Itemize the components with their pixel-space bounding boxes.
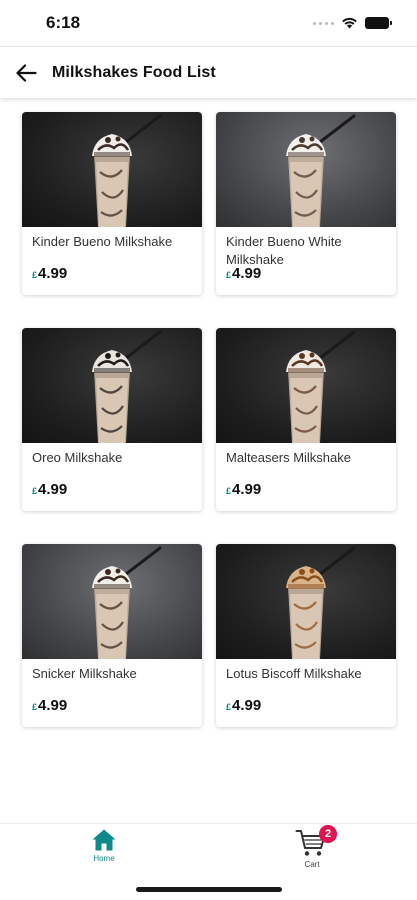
nav-cart-label: Cart [304, 860, 320, 869]
milkshake-illustration [286, 330, 356, 443]
product-price: £ 4.99 [226, 481, 261, 498]
wifi-icon [342, 17, 357, 29]
product-image [22, 328, 202, 443]
product-card[interactable]: Lotus Biscoff Milkshake £ 4.99 [216, 544, 396, 727]
product-card[interactable]: Malteasers Milkshake £ 4.99 [216, 328, 396, 511]
product-image [22, 544, 202, 659]
price-value: 4.99 [232, 265, 262, 282]
status-icons [313, 17, 392, 29]
currency-symbol: £ [226, 486, 232, 496]
product-card[interactable]: Kinder Bueno Milkshake £ 4.99 [22, 112, 202, 295]
product-card[interactable]: Snicker Milkshake £ 4.99 [22, 544, 202, 727]
nav-cart[interactable]: 2 Cart [272, 825, 352, 869]
product-price: £ 4.99 [226, 697, 261, 714]
product-name: Lotus Biscoff Milkshake [226, 666, 362, 681]
home-icon [92, 829, 116, 851]
product-grid: Kinder Bueno Milkshake £ 4.99 Kinder Bue… [22, 112, 402, 727]
product-name: Kinder Bueno White Milkshake [226, 234, 342, 267]
product-price: £ 4.99 [32, 697, 67, 714]
back-button[interactable] [0, 47, 52, 99]
status-bar: 6:18 [0, 0, 417, 46]
signal-icon [313, 21, 334, 25]
product-name: Malteasers Milkshake [226, 450, 351, 465]
price-value: 4.99 [38, 697, 68, 714]
price-value: 4.99 [38, 481, 68, 498]
currency-symbol: £ [32, 702, 38, 712]
arrow-left-icon [16, 63, 37, 82]
page-title: Milkshakes Food List [52, 63, 216, 81]
product-card[interactable]: Kinder Bueno White Milkshake £ 4.99 [216, 112, 396, 295]
product-image [22, 112, 202, 227]
currency-symbol: £ [226, 702, 232, 712]
currency-symbol: £ [32, 270, 38, 280]
nav-home[interactable]: Home [64, 828, 144, 863]
product-name: Snicker Milkshake [32, 666, 137, 681]
milkshake-illustration [92, 114, 162, 227]
milkshake-illustration [286, 546, 356, 659]
price-value: 4.99 [232, 697, 262, 714]
product-image [216, 544, 396, 659]
milkshake-illustration [286, 114, 356, 227]
product-name: Oreo Milkshake [32, 450, 123, 465]
product-image [216, 328, 396, 443]
milkshake-illustration [92, 546, 162, 659]
product-price: £ 4.99 [32, 481, 67, 498]
cart-count-badge: 2 [319, 825, 337, 843]
currency-symbol: £ [226, 270, 232, 280]
product-name: Kinder Bueno Milkshake [32, 234, 173, 249]
product-price: £ 4.99 [226, 265, 261, 282]
product-card[interactable]: Oreo Milkshake £ 4.99 [22, 328, 202, 511]
nav-home-label: Home [93, 854, 115, 863]
price-value: 4.99 [232, 481, 262, 498]
battery-icon [365, 17, 392, 29]
app-header: Milkshakes Food List [0, 46, 417, 98]
product-price: £ 4.99 [32, 265, 67, 282]
product-image [216, 112, 396, 227]
milkshake-illustration [92, 330, 162, 443]
price-value: 4.99 [38, 265, 68, 282]
currency-symbol: £ [32, 486, 38, 496]
status-time: 6:18 [46, 13, 81, 32]
cart-icon-wrap: 2 [295, 825, 337, 858]
home-indicator [136, 887, 282, 892]
